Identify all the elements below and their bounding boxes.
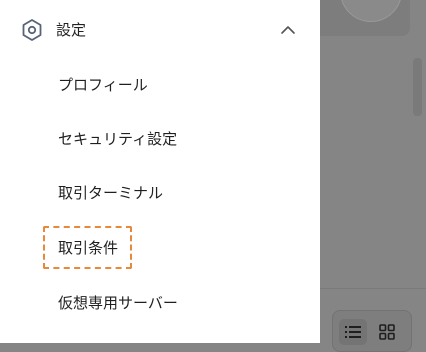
menu-item-vps[interactable]: 仮想専用サーバー bbox=[58, 293, 178, 313]
view-toggle bbox=[332, 310, 412, 352]
settings-section-header[interactable]: 設定 bbox=[0, 0, 320, 60]
grid-view-button[interactable] bbox=[373, 319, 401, 345]
settings-section-title: 設定 bbox=[56, 21, 87, 39]
list-view-button[interactable] bbox=[339, 319, 367, 345]
menu-item-security-settings[interactable]: セキュリティ設定 bbox=[58, 129, 177, 149]
background-divider bbox=[320, 288, 426, 289]
grid-view-icon bbox=[379, 324, 395, 340]
chevron-up-icon[interactable] bbox=[280, 24, 296, 36]
settings-drawer: 設定 プロフィール セキュリティ設定 取引ターミナル 取引条件 仮想専用サーバー bbox=[0, 0, 320, 343]
menu-item-profile[interactable]: プロフィール bbox=[58, 75, 148, 95]
list-view-icon bbox=[345, 326, 361, 338]
background-scrollbar bbox=[413, 58, 422, 116]
hexagon-settings-icon bbox=[22, 19, 42, 41]
menu-item-trading-conditions[interactable]: 取引条件 bbox=[58, 238, 118, 258]
menu-item-trading-terminal[interactable]: 取引ターミナル bbox=[58, 183, 163, 203]
